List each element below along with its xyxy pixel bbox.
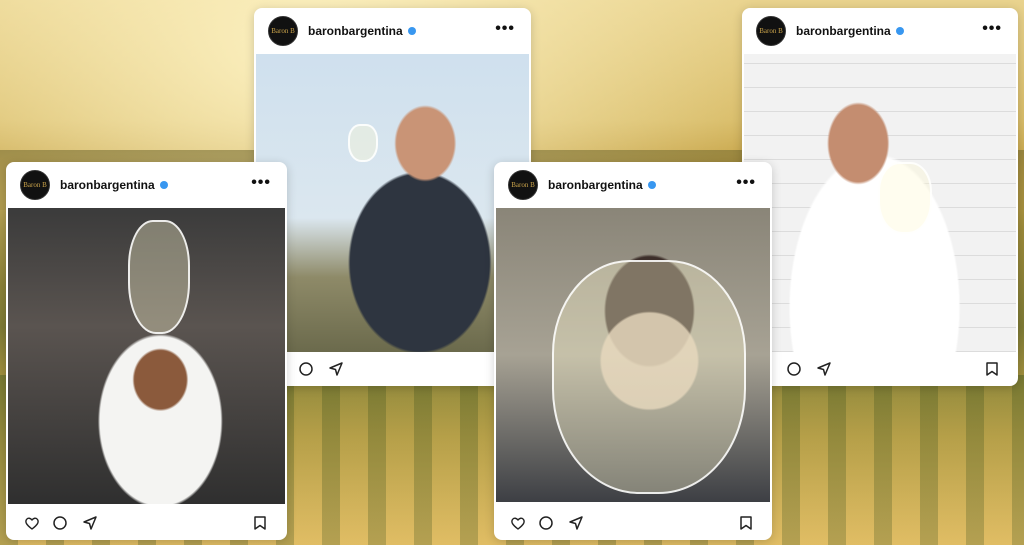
bookmark-icon[interactable] [984, 361, 1000, 377]
more-options-button[interactable]: ••• [495, 21, 515, 37]
send-icon[interactable] [568, 515, 584, 531]
post-actions [494, 506, 772, 540]
bookmark-icon[interactable] [738, 515, 754, 531]
profile-avatar[interactable]: Baron B [268, 16, 298, 46]
send-icon[interactable] [82, 515, 98, 531]
comment-icon[interactable] [538, 515, 554, 531]
comment-icon[interactable] [786, 361, 802, 377]
post-header: Baron B baronbargentina ••• [6, 162, 287, 208]
post-actions [6, 506, 287, 540]
username[interactable]: baronbargentina [796, 24, 891, 38]
send-icon[interactable] [328, 361, 344, 377]
bookmark-icon[interactable] [252, 515, 268, 531]
post-photo[interactable] [8, 208, 285, 504]
wine-glass [552, 260, 746, 494]
profile-avatar[interactable]: Baron B [20, 170, 50, 200]
instagram-post-3: Baron B baronbargentina ••• [494, 162, 772, 540]
heart-icon[interactable] [24, 515, 40, 531]
profile-avatar[interactable]: Baron B [508, 170, 538, 200]
wine-glass [348, 124, 378, 162]
wine-glass [878, 162, 932, 234]
profile-avatar[interactable]: Baron B [756, 16, 786, 46]
instagram-post-4: Baron B baronbargentina ••• [742, 8, 1018, 386]
username[interactable]: baronbargentina [548, 178, 643, 192]
post-header: Baron B baronbargentina ••• [254, 8, 531, 54]
heart-icon[interactable] [510, 515, 526, 531]
send-icon[interactable] [816, 361, 832, 377]
comment-icon[interactable] [52, 515, 68, 531]
wine-glass [128, 220, 190, 334]
more-options-button[interactable]: ••• [736, 175, 756, 191]
more-options-button[interactable]: ••• [982, 21, 1002, 37]
more-options-button[interactable]: ••• [251, 175, 271, 191]
post-header: Baron B baronbargentina ••• [494, 162, 772, 208]
post-photo[interactable] [744, 54, 1016, 352]
verified-badge-icon [647, 181, 656, 189]
instagram-post-2: Baron B baronbargentina ••• [254, 8, 531, 386]
verified-badge-icon [159, 181, 168, 189]
comment-icon[interactable] [298, 361, 314, 377]
post-header: Baron B baronbargentina ••• [742, 8, 1018, 54]
verified-badge-icon [895, 27, 904, 35]
instagram-post-1: Baron B baronbargentina ••• [6, 162, 287, 540]
verified-badge-icon [407, 27, 416, 35]
username[interactable]: baronbargentina [308, 24, 403, 38]
post-photo[interactable] [496, 208, 770, 502]
post-photo[interactable] [256, 54, 529, 352]
username[interactable]: baronbargentina [60, 178, 155, 192]
post-actions [742, 352, 1018, 386]
post-actions [254, 352, 531, 386]
